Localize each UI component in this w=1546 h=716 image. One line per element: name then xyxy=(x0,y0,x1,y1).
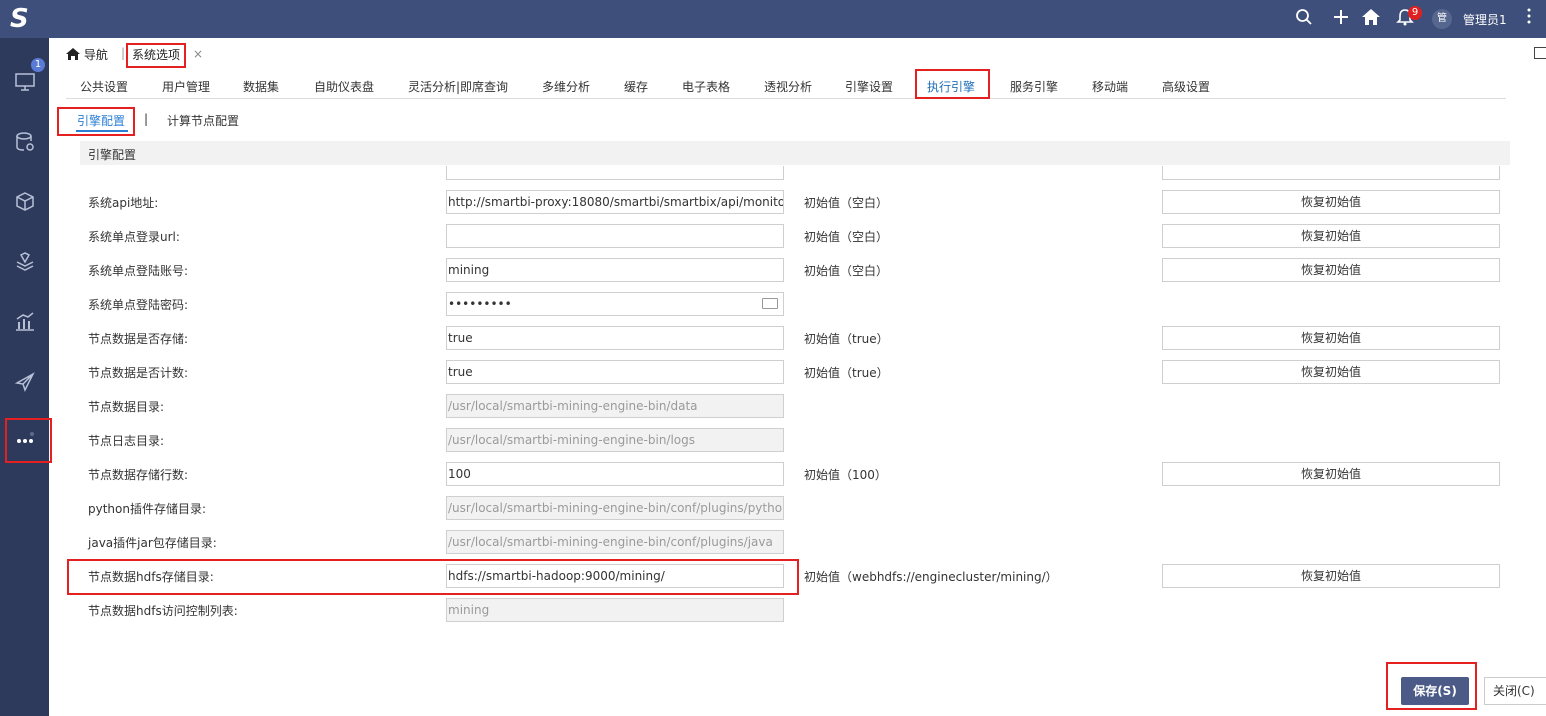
row-label-data-dir: 节点数据目录: xyxy=(88,400,165,414)
stack-icon[interactable] xyxy=(0,242,49,282)
tab-advanced[interactable]: 高级设置 xyxy=(1162,78,1210,95)
row-label-api-url: 系统api地址: xyxy=(88,196,159,210)
chart-icon[interactable] xyxy=(0,302,49,342)
init-node-store: 初始值（true） xyxy=(804,332,889,346)
reset-sso-url-button[interactable]: 恢复初始值 xyxy=(1162,224,1500,248)
row-label-sso-account: 系统单点登陆账号: xyxy=(88,264,189,278)
search-icon[interactable] xyxy=(1293,8,1315,30)
tab-spreadsheet[interactable]: 电子表格 xyxy=(682,78,730,95)
scrolled-input[interactable] xyxy=(446,166,784,180)
subtab-separator: | xyxy=(144,112,149,126)
input-data-dir: /usr/local/smartbi-mining-engine-bin/dat… xyxy=(446,394,784,418)
subtab-compute-node[interactable]: 计算节点配置 xyxy=(167,112,239,129)
reset-hdfs-dir-button[interactable]: 恢复初始值 xyxy=(1162,564,1500,588)
input-api-url[interactable]: http://smartbi-proxy:18080/smartbi/smart… xyxy=(446,190,784,214)
section-title: 引擎配置 xyxy=(88,148,137,162)
window-icon[interactable] xyxy=(1534,47,1546,59)
section-header xyxy=(80,141,1510,165)
init-sso-account: 初始值（空白） xyxy=(804,264,889,278)
reset-store-rows-button[interactable]: 恢复初始值 xyxy=(1162,462,1500,486)
row-label-sso-url: 系统单点登录url: xyxy=(88,230,180,244)
row-label-node-store: 节点数据是否存储: xyxy=(88,332,189,346)
input-java-dir: /usr/local/smartbi-mining-engine-bin/con… xyxy=(446,530,784,554)
input-sso-password[interactable]: ••••••••• xyxy=(446,292,784,316)
init-node-count: 初始值（true） xyxy=(804,366,889,380)
tab-pivot[interactable]: 透视分析 xyxy=(764,78,812,95)
init-api-url: 初始值（空白） xyxy=(804,196,889,210)
init-sso-url: 初始值（空白） xyxy=(804,230,889,244)
row-label-python-dir: python插件存储目录: xyxy=(88,502,207,516)
home-icon[interactable] xyxy=(1360,8,1382,30)
more-icon[interactable] xyxy=(0,421,49,461)
tab-cache[interactable]: 缓存 xyxy=(624,78,648,95)
tab-execution-engine[interactable]: 执行引擎 xyxy=(927,78,975,95)
scrolled-reset-button[interactable] xyxy=(1162,166,1500,180)
home-icon xyxy=(66,48,84,62)
input-node-store[interactable]: true xyxy=(446,326,784,350)
tab-olap[interactable]: 多维分析 xyxy=(542,78,590,95)
settings-tabs: 公共设置 用户管理 数据集 自助仪表盘 灵活分析|即席查询 多维分析 缓存 电子… xyxy=(66,72,1506,99)
subtab-underline xyxy=(76,130,128,132)
add-icon[interactable] xyxy=(1330,8,1352,30)
close-icon[interactable]: × xyxy=(193,47,203,61)
nav-home-label: 导航 xyxy=(83,48,108,62)
input-sso-account[interactable]: mining xyxy=(446,258,784,282)
row-label-hdfs-acl: 节点数据hdfs访问控制列表: xyxy=(88,604,238,618)
tab-dataset[interactable]: 数据集 xyxy=(243,78,279,95)
nav-home[interactable]: 导航 xyxy=(66,46,108,63)
row-label-java-dir: java插件jar包存储目录: xyxy=(88,536,217,550)
close-button[interactable]: 关闭(C) xyxy=(1484,677,1546,705)
reset-node-store-button[interactable]: 恢复初始值 xyxy=(1162,326,1500,350)
tab-user-management[interactable]: 用户管理 xyxy=(162,78,210,95)
notification-badge: 9 xyxy=(1408,6,1422,20)
input-store-rows[interactable]: 100 xyxy=(446,462,784,486)
top-bar: S 9 管 管理员1 xyxy=(0,0,1546,38)
tab-public-settings[interactable]: 公共设置 xyxy=(80,78,128,95)
input-python-dir: /usr/local/smartbi-mining-engine-bin/con… xyxy=(446,496,784,520)
sidebar-badge: 1 xyxy=(31,58,45,72)
input-hdfs-dir[interactable]: hdfs://smartbi-hadoop:9000/mining/ xyxy=(446,564,784,588)
init-store-rows: 初始值（100） xyxy=(804,468,887,482)
input-sso-url[interactable] xyxy=(446,224,784,248)
row-label-node-count: 节点数据是否计数: xyxy=(88,366,189,380)
tab-adhoc-analysis[interactable]: 灵活分析|即席查询 xyxy=(408,78,508,95)
more-vertical-icon[interactable] xyxy=(1518,8,1540,30)
left-sidebar: 1 xyxy=(0,38,49,716)
tab-dashboard[interactable]: 自助仪表盘 xyxy=(314,78,374,95)
reset-sso-account-button[interactable]: 恢复初始值 xyxy=(1162,258,1500,282)
cube-icon[interactable] xyxy=(0,182,49,222)
reset-api-url-button[interactable]: 恢复初始值 xyxy=(1162,190,1500,214)
row-label-sso-password: 系统单点登陆密码: xyxy=(88,298,189,312)
username[interactable]: 管理员1 xyxy=(1463,11,1507,28)
reset-node-count-button[interactable]: 恢复初始值 xyxy=(1162,360,1500,384)
send-icon[interactable] xyxy=(0,362,49,402)
input-node-count[interactable]: true xyxy=(446,360,784,384)
input-log-dir: /usr/local/smartbi-mining-engine-bin/log… xyxy=(446,428,784,452)
app-logo[interactable]: S xyxy=(10,5,40,33)
tab-service-engine[interactable]: 服务引擎 xyxy=(1010,78,1058,95)
tab-mobile[interactable]: 移动端 xyxy=(1092,78,1128,95)
nav-separator: | xyxy=(121,46,126,60)
keyboard-icon[interactable] xyxy=(762,298,778,309)
row-label-log-dir: 节点日志目录: xyxy=(88,434,165,448)
row-label-store-rows: 节点数据存储行数: xyxy=(88,468,189,482)
database-icon[interactable] xyxy=(0,122,49,162)
input-hdfs-acl: mining xyxy=(446,598,784,622)
tab-engine-settings[interactable]: 引擎设置 xyxy=(845,78,893,95)
avatar[interactable]: 管 xyxy=(1432,9,1452,29)
row-label-hdfs-dir: 节点数据hdfs存储目录: xyxy=(88,570,214,584)
subtab-engine-config[interactable]: 引擎配置 xyxy=(77,112,125,129)
tab-system-options[interactable]: 系统选项 xyxy=(128,44,184,65)
init-hdfs-dir: 初始值（webhdfs://enginecluster/mining/） xyxy=(804,570,1058,584)
save-button[interactable]: 保存(S) xyxy=(1401,677,1469,705)
